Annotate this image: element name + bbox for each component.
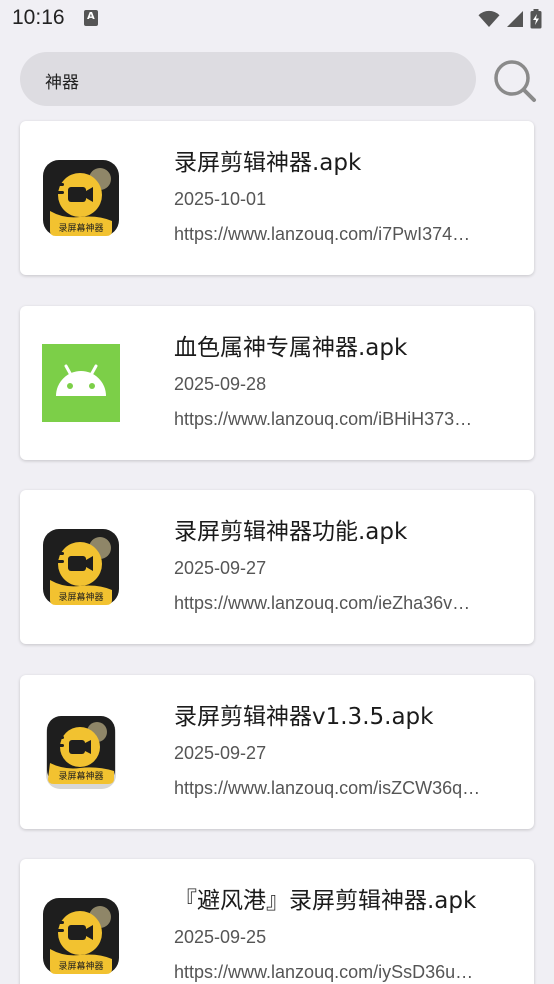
item-date: 2025-10-01	[174, 189, 267, 209]
list-item[interactable]: 录屏幕神器 『避风港』录屏剪辑神器.apk 2025-09-25 https:/…	[20, 859, 534, 984]
icon-label: 录屏幕神器	[58, 591, 103, 603]
item-title: 血色属神专属神器.apk	[174, 335, 408, 361]
item-url: https://www.lanzouq.com/isZCW36q…	[174, 778, 481, 798]
item-title: 录屏剪辑神器.apk	[174, 150, 362, 176]
list-item[interactable]: 血色属神专属神器.apk 2025-09-28 https://www.lanz…	[20, 306, 534, 460]
item-url: https://www.lanzouq.com/i7PwI374…	[174, 224, 471, 244]
list-item[interactable]: 录屏幕神器 录屏剪辑神器功能.apk 2025-09-27 https://ww…	[20, 490, 534, 644]
item-date: 2025-09-27	[174, 558, 267, 578]
item-url: https://www.lanzouq.com/ieZha36v…	[174, 593, 471, 613]
item-title: 『避风港』录屏剪辑神器.apk	[174, 888, 477, 914]
item-date: 2025-09-27	[174, 743, 267, 763]
android-app-icon	[42, 344, 120, 422]
icon-label: 录屏幕神器	[58, 960, 103, 972]
search-bar: 神器	[0, 52, 554, 106]
item-url: https://www.lanzouq.com/iBHiH373…	[174, 409, 473, 429]
search-query: 神器	[45, 73, 79, 93]
icon-label: 录屏幕神器	[58, 222, 103, 234]
screen-recorder-app-icon: 录屏幕神器	[43, 898, 119, 974]
item-title: 录屏剪辑神器功能.apk	[174, 519, 408, 545]
search-icon[interactable]	[492, 58, 538, 104]
item-title: 录屏剪辑神器v1.3.5.apk	[174, 704, 434, 730]
list-item[interactable]: 录屏幕神器 录屏剪辑神器v1.3.5.apk 2025-09-27 https:…	[20, 675, 534, 829]
list-item[interactable]: 录屏幕神器 录屏剪辑神器.apk 2025-10-01 https://www.…	[20, 121, 534, 275]
screen-recorder-app-icon: 录屏幕神器	[43, 529, 119, 605]
search-input[interactable]: 神器	[20, 52, 476, 106]
item-url: https://www.lanzouq.com/iySsD36u…	[174, 962, 474, 982]
screen-recorder-app-icon: 录屏幕神器	[46, 716, 116, 789]
item-date: 2025-09-25	[174, 927, 267, 947]
item-date: 2025-09-28	[174, 374, 267, 394]
results-list[interactable]: 录屏幕神器 录屏剪辑神器.apk 2025-10-01 https://www.…	[0, 0, 554, 984]
screen-recorder-app-icon: 录屏幕神器	[43, 160, 119, 236]
icon-label: 录屏幕神器	[58, 770, 103, 782]
